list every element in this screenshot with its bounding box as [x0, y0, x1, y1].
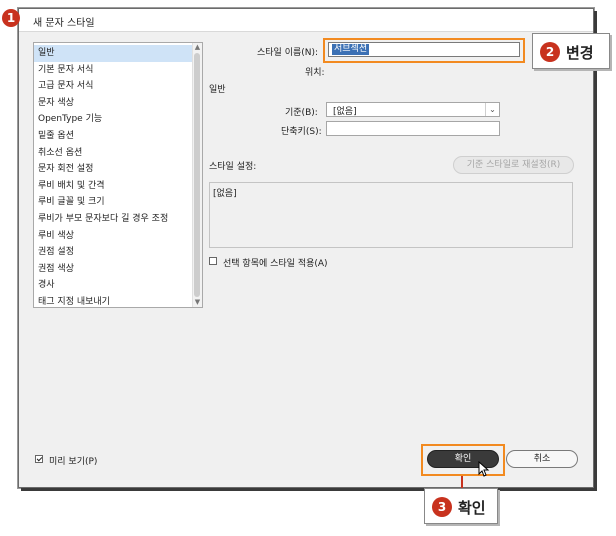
sidebar-item[interactable]: 태그 지정 내보내기: [34, 294, 192, 311]
scroll-thumb[interactable]: [194, 53, 200, 297]
preview-label: 미리 보기(P): [49, 457, 98, 467]
style-settings-box: [없음]: [209, 182, 573, 248]
step3-connector: [461, 476, 463, 488]
sidebar-item[interactable]: 취소선 옵션: [34, 145, 192, 162]
step1-badge: 1: [2, 9, 20, 27]
category-items: 일반 기본 문자 서식 고급 문자 서식 문자 색상 OpenType 기능 밑줄 옵션 취…: [34, 43, 202, 311]
step2-text: 변경: [566, 44, 594, 62]
style-settings-label: 스타일 설정:: [209, 162, 257, 172]
based-on-select[interactable]: [없음] ⌄: [326, 102, 500, 117]
sidebar-item[interactable]: 고급 문자 서식: [34, 78, 192, 95]
sidebar-item[interactable]: 권점 색상: [34, 261, 192, 278]
ok-button-highlight: [421, 444, 505, 476]
sidebar-item[interactable]: 루비 배치 및 간격: [34, 178, 192, 195]
style-name-highlight: [323, 38, 525, 63]
based-on-value: [없음]: [333, 107, 357, 117]
style-settings-text: [없음]: [213, 189, 237, 199]
apply-style-checkbox[interactable]: [209, 257, 217, 265]
based-on-label: 기준(B):: [285, 108, 318, 118]
step3-callout: 3 확인: [424, 488, 498, 524]
sidebar-item[interactable]: 루비 글꼴 및 크기: [34, 194, 192, 211]
step3-text: 확인: [458, 499, 486, 517]
step3-badge: 3: [432, 497, 452, 517]
sidebar-item[interactable]: 문자 회전 설정: [34, 161, 192, 178]
apply-style-label: 선택 항목에 스타일 적용(A): [223, 259, 328, 269]
mouse-cursor-icon: [478, 461, 490, 477]
category-scrollbar[interactable]: ▲ ▼: [192, 43, 202, 307]
section-title: 일반: [209, 85, 226, 95]
scroll-up-icon[interactable]: ▲: [193, 43, 202, 52]
sidebar-item[interactable]: 일반: [34, 45, 192, 62]
sidebar-item[interactable]: 밑줄 옵션: [34, 128, 192, 145]
sidebar-item[interactable]: OpenType 기능: [34, 111, 192, 128]
sidebar-item[interactable]: 루비 색상: [34, 228, 192, 245]
chevron-down-icon[interactable]: ⌄: [485, 103, 499, 116]
reset-to-base-button[interactable]: 기준 스타일로 재설정(R): [453, 156, 574, 174]
cancel-button[interactable]: 취소: [506, 450, 578, 468]
sidebar-item[interactable]: 루비가 부모 문자보다 길 경우 조정: [34, 211, 192, 228]
preview-checkbox[interactable]: [35, 455, 43, 463]
sidebar-item[interactable]: 기본 문자 서식: [34, 62, 192, 79]
shortcut-label: 단축키(S):: [281, 127, 322, 137]
sidebar-item[interactable]: 문자 색상: [34, 95, 192, 112]
title-bar: 새 문자 스타일: [19, 9, 593, 32]
step2-badge: 2: [540, 42, 560, 62]
category-list[interactable]: 일반 기본 문자 서식 고급 문자 서식 문자 색상 OpenType 기능 밑줄 옵션 취…: [33, 42, 203, 308]
shortcut-input[interactable]: [326, 121, 500, 136]
style-name-label: 스타일 이름(N):: [257, 48, 319, 58]
scroll-down-icon[interactable]: ▼: [193, 298, 202, 307]
step2-callout: 2 변경: [532, 33, 610, 69]
dialog-title: 새 문자 스타일: [33, 18, 95, 29]
sidebar-item[interactable]: 경사: [34, 277, 192, 294]
location-label: 위치:: [305, 68, 325, 78]
new-character-style-dialog: 새 문자 스타일 일반 기본 문자 서식 고급 문자 서식 문자 색상 OpenType…: [18, 8, 594, 488]
sidebar-item[interactable]: 권점 설정: [34, 244, 192, 261]
